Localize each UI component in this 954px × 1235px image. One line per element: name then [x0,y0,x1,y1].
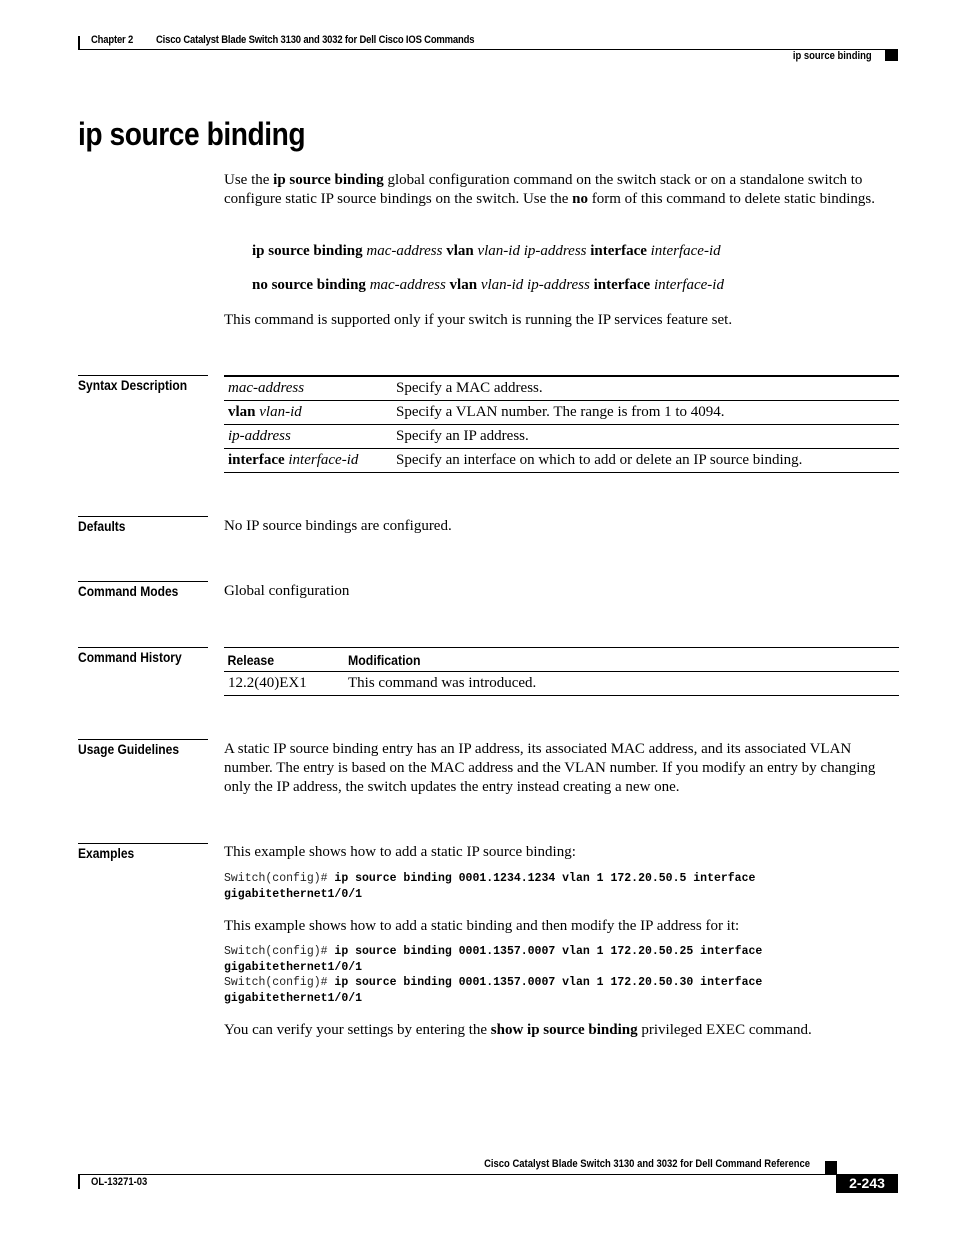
footer-block-marker [825,1161,837,1175]
code-line: gigabitethernet1/0/1 [224,960,762,976]
syntax-keyword: vlan [446,243,474,259]
modification-cell: This command was introduced. [348,675,537,691]
footer-rule [78,1174,838,1175]
syntax-arg: interface-id [288,452,359,468]
syntax-keyword: ip source binding [252,243,363,259]
intro-command: ip source binding [273,172,384,188]
table-row: 12.2(40)EX1 This command was introduced. [224,672,899,696]
verify-post: privileged EXEC command. [637,1022,812,1038]
verify-command: show ip source binding [490,1022,638,1038]
verify-paragraph: You can verify your settings by entering… [224,1021,812,1040]
example-intro-1: This example shows how to add a static I… [224,844,576,860]
syntax-keyword: vlan [228,404,256,420]
syntax-desc: Specify an interface on which to add or … [396,452,803,468]
intro-no-keyword: no [572,191,588,207]
section-heading-text: Command History [78,649,182,665]
code-prompt: Switch(config)# [224,872,335,885]
code-command: gigabitethernet1/0/1 [224,960,363,974]
syntax-desc: Specify an IP address. [396,428,529,444]
table-header-row: Release Modification [224,648,899,672]
code-command: ip source binding 0001.1234.1234 vlan 1 … [334,872,756,885]
syntax-line-ip: ip source binding mac-address vlan vlan-… [252,242,721,261]
code-command: ip source binding 0001.1357.0007 vlan 1 … [334,945,763,958]
header-book-title: Cisco Catalyst Blade Switch 3130 and 303… [156,34,475,46]
code-prompt: Switch(config)# [224,976,335,989]
code-command: ip source binding 0001.1357.0007 vlan 1 … [334,976,763,989]
section-heading-examples: Examples [78,843,208,861]
footer-page-number: 2-243 [836,1174,898,1193]
code-command: gigabitethernet1/0/1 [224,991,363,1005]
syntax-arg: ip-address [228,428,291,444]
column-header-modification: Modification [348,651,421,668]
footer-doc-number: OL-13271-03 [91,1176,148,1188]
syntax-term: vlan vlan-id [224,404,396,421]
command-history-table: Release Modification 12.2(40)EX1 This co… [224,647,899,696]
support-note: This command is supported only if your s… [224,312,733,328]
syntax-arg: mac-address [366,243,443,259]
section-heading-command-history: Command History [78,647,208,665]
section-heading-syntax-description: Syntax Description [78,375,208,393]
syntax-line-no: no source binding mac-address vlan vlan-… [252,276,724,295]
verify-pre: You can verify your settings by entering… [224,1022,491,1038]
header-chapter: Chapter 2 [91,34,134,46]
code-block-2: Switch(config)# ip source binding 0001.1… [224,944,762,1006]
syntax-keyword: vlan [449,277,478,293]
page-title: ip source binding [78,116,306,152]
syntax-arg: vlan-id ip-address [477,243,587,259]
code-prompt: Switch(config)# [224,945,335,958]
section-heading-text: Usage Guidelines [78,741,180,757]
section-heading-defaults: Defaults [78,516,208,534]
syntax-arg: vlan-id [259,404,302,420]
syntax-term: interface interface-id [224,452,396,469]
syntax-keyword: interface [590,243,647,259]
section-heading-text: Command Modes [78,583,179,599]
section-heading-text: Examples [78,845,135,861]
table-row: interface interface-id Specify an interf… [224,449,899,473]
syntax-term: ip-address [224,428,396,445]
section-heading-text: Defaults [78,518,126,534]
syntax-keyword: no source binding [252,277,366,293]
footer-rule-mark [78,1175,80,1189]
syntax-desc: Specify a VLAN number. The range is from… [396,404,725,420]
section-heading-usage-guidelines: Usage Guidelines [78,739,208,757]
code-line: Switch(config)# ip source binding 0001.1… [224,871,755,887]
syntax-keyword: interface [228,452,285,468]
footer-book-title: Cisco Catalyst Blade Switch 3130 and 303… [484,1158,810,1170]
header-rule-mark [78,36,80,50]
syntax-arg: interface-id [653,277,724,293]
usage-guidelines-text: A static IP source binding entry has an … [224,741,876,795]
command-modes-text: Global configuration [224,583,350,599]
table-row: mac-address Specify a MAC address. [224,377,899,401]
section-heading-command-modes: Command Modes [78,581,208,599]
table-row: vlan vlan-id Specify a VLAN number. The … [224,401,899,425]
syntax-arg: mac-address [369,277,446,293]
example-intro-2: This example shows how to add a static b… [224,918,740,934]
syntax-description-table: mac-address Specify a MAC address. vlan … [224,375,899,473]
column-header-release: Release [227,651,275,668]
syntax-desc: Specify a MAC address. [396,380,543,396]
code-line: gigabitethernet1/0/1 [224,991,762,1007]
section-heading-text: Syntax Description [78,377,188,393]
code-line: Switch(config)# ip source binding 0001.1… [224,944,762,960]
code-line: Switch(config)# ip source binding 0001.1… [224,975,762,991]
syntax-arg: interface-id [650,243,721,259]
intro-pre: Use the [224,172,274,188]
header-rule [78,49,898,50]
syntax-keyword: interface [593,277,651,293]
code-block-1: Switch(config)# ip source binding 0001.1… [224,871,755,902]
code-command: gigabitethernet1/0/1 [224,887,363,901]
table-row: ip-address Specify an IP address. [224,425,899,449]
syntax-arg: vlan-id ip-address [480,277,590,293]
intro-paragraph: Use the ip source binding global configu… [224,171,900,209]
intro-post: form of this command to delete static bi… [587,191,875,207]
header-running-title: ip source binding [793,50,872,62]
header-block-marker [885,50,898,61]
syntax-term: mac-address [224,380,396,397]
code-line: gigabitethernet1/0/1 [224,887,755,903]
syntax-arg: mac-address [228,380,305,396]
release-cell: 12.2(40)EX1 [228,675,307,691]
defaults-text: No IP source bindings are configured. [224,518,452,534]
